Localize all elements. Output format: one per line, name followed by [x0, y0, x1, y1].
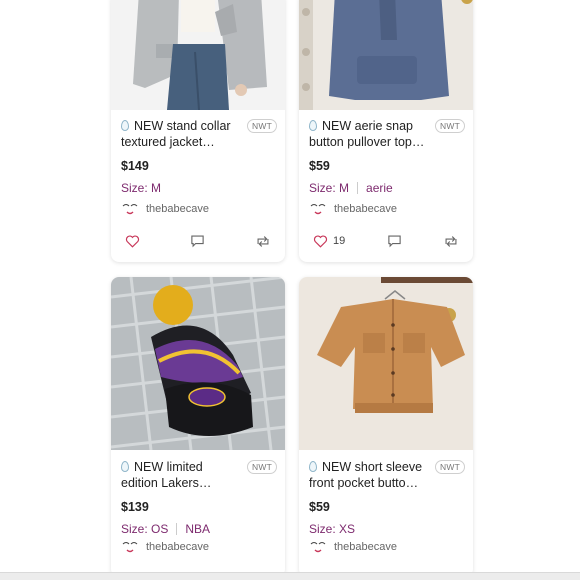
listing-actions: 19 — [313, 234, 459, 248]
listing-image[interactable] — [111, 0, 285, 110]
listing-card[interactable]: NEW stand collar textured jacket coat… N… — [111, 0, 285, 262]
water-drop-icon — [121, 461, 129, 472]
listing-info: NEW limited edition Lakers… NWT $139 Siz… — [121, 459, 277, 536]
share-icon — [445, 235, 457, 247]
listing-price: $149 — [121, 159, 149, 173]
listing-info: NEW stand collar textured jacket coat… N… — [121, 118, 277, 195]
water-drop-icon — [121, 120, 129, 131]
seller-link[interactable]: thebabecave — [121, 202, 209, 216]
seller-link[interactable]: thebabecave — [309, 540, 397, 554]
like-heart-icon — [313, 234, 328, 248]
listing-card[interactable]: NEW limited edition Lakers… NWT $139 Siz… — [111, 277, 285, 577]
like-count: 19 — [333, 235, 346, 247]
comment-button[interactable] — [387, 234, 402, 248]
seller-avatar-icon — [310, 204, 326, 215]
share-button[interactable] — [443, 235, 459, 248]
like-heart-icon — [125, 234, 140, 248]
listing-actions — [125, 234, 271, 248]
listing-image[interactable] — [299, 277, 473, 450]
comment-icon — [387, 235, 401, 248]
seller-avatar-icon — [122, 204, 138, 215]
seller-name: thebabecave — [146, 203, 209, 215]
share-icon — [257, 235, 269, 247]
seller-name: thebabecave — [334, 203, 397, 215]
listing-size: Size: OS — [121, 522, 169, 536]
listing-price: $59 — [309, 500, 330, 514]
like-button[interactable]: 19 — [313, 234, 346, 248]
like-button[interactable] — [125, 234, 140, 248]
divider — [357, 182, 359, 194]
nwt-badge: NWT — [435, 460, 465, 474]
seller-avatar-icon — [122, 542, 138, 553]
listing-size: Size: M — [121, 181, 162, 195]
listing-info: NEW short sleeve front pocket button t… … — [309, 459, 465, 536]
seller-name: thebabecave — [146, 541, 209, 553]
listing-brand[interactable]: NBA — [185, 522, 210, 536]
listing-price: $139 — [121, 500, 149, 514]
listing-info: NEW aerie snap button pullover top… NWT … — [309, 118, 465, 195]
listing-title[interactable]: NEW aerie snap button pullover top… — [309, 118, 425, 150]
listing-title[interactable]: NEW stand collar textured jacket coat… — [121, 118, 237, 150]
comment-button[interactable] — [190, 234, 205, 248]
listing-brand[interactable]: aerie — [366, 181, 393, 195]
nwt-badge: NWT — [247, 460, 277, 474]
listing-image[interactable] — [299, 0, 473, 110]
nwt-badge: NWT — [247, 119, 277, 133]
listing-card[interactable]: NEW aerie snap button pullover top… NWT … — [299, 0, 473, 262]
listing-card[interactable]: NEW short sleeve front pocket button t… … — [299, 277, 473, 577]
listing-price: $59 — [309, 159, 330, 173]
nwt-badge: NWT — [435, 119, 465, 133]
bottom-bar — [0, 572, 580, 580]
seller-name: thebabecave — [334, 541, 397, 553]
listing-image[interactable] — [111, 277, 285, 450]
seller-avatar-icon — [310, 542, 326, 553]
share-button[interactable] — [255, 235, 271, 248]
listing-title[interactable]: NEW short sleeve front pocket button t… — [309, 459, 425, 491]
seller-link[interactable]: thebabecave — [309, 202, 397, 216]
listing-size: Size: XS — [309, 522, 356, 536]
seller-link[interactable]: thebabecave — [121, 540, 209, 554]
divider — [176, 523, 178, 535]
listing-size: Size: M — [309, 181, 350, 195]
comment-icon — [191, 235, 204, 248]
water-drop-icon — [309, 461, 317, 472]
water-drop-icon — [309, 120, 317, 131]
listing-title[interactable]: NEW limited edition Lakers… — [121, 459, 237, 491]
